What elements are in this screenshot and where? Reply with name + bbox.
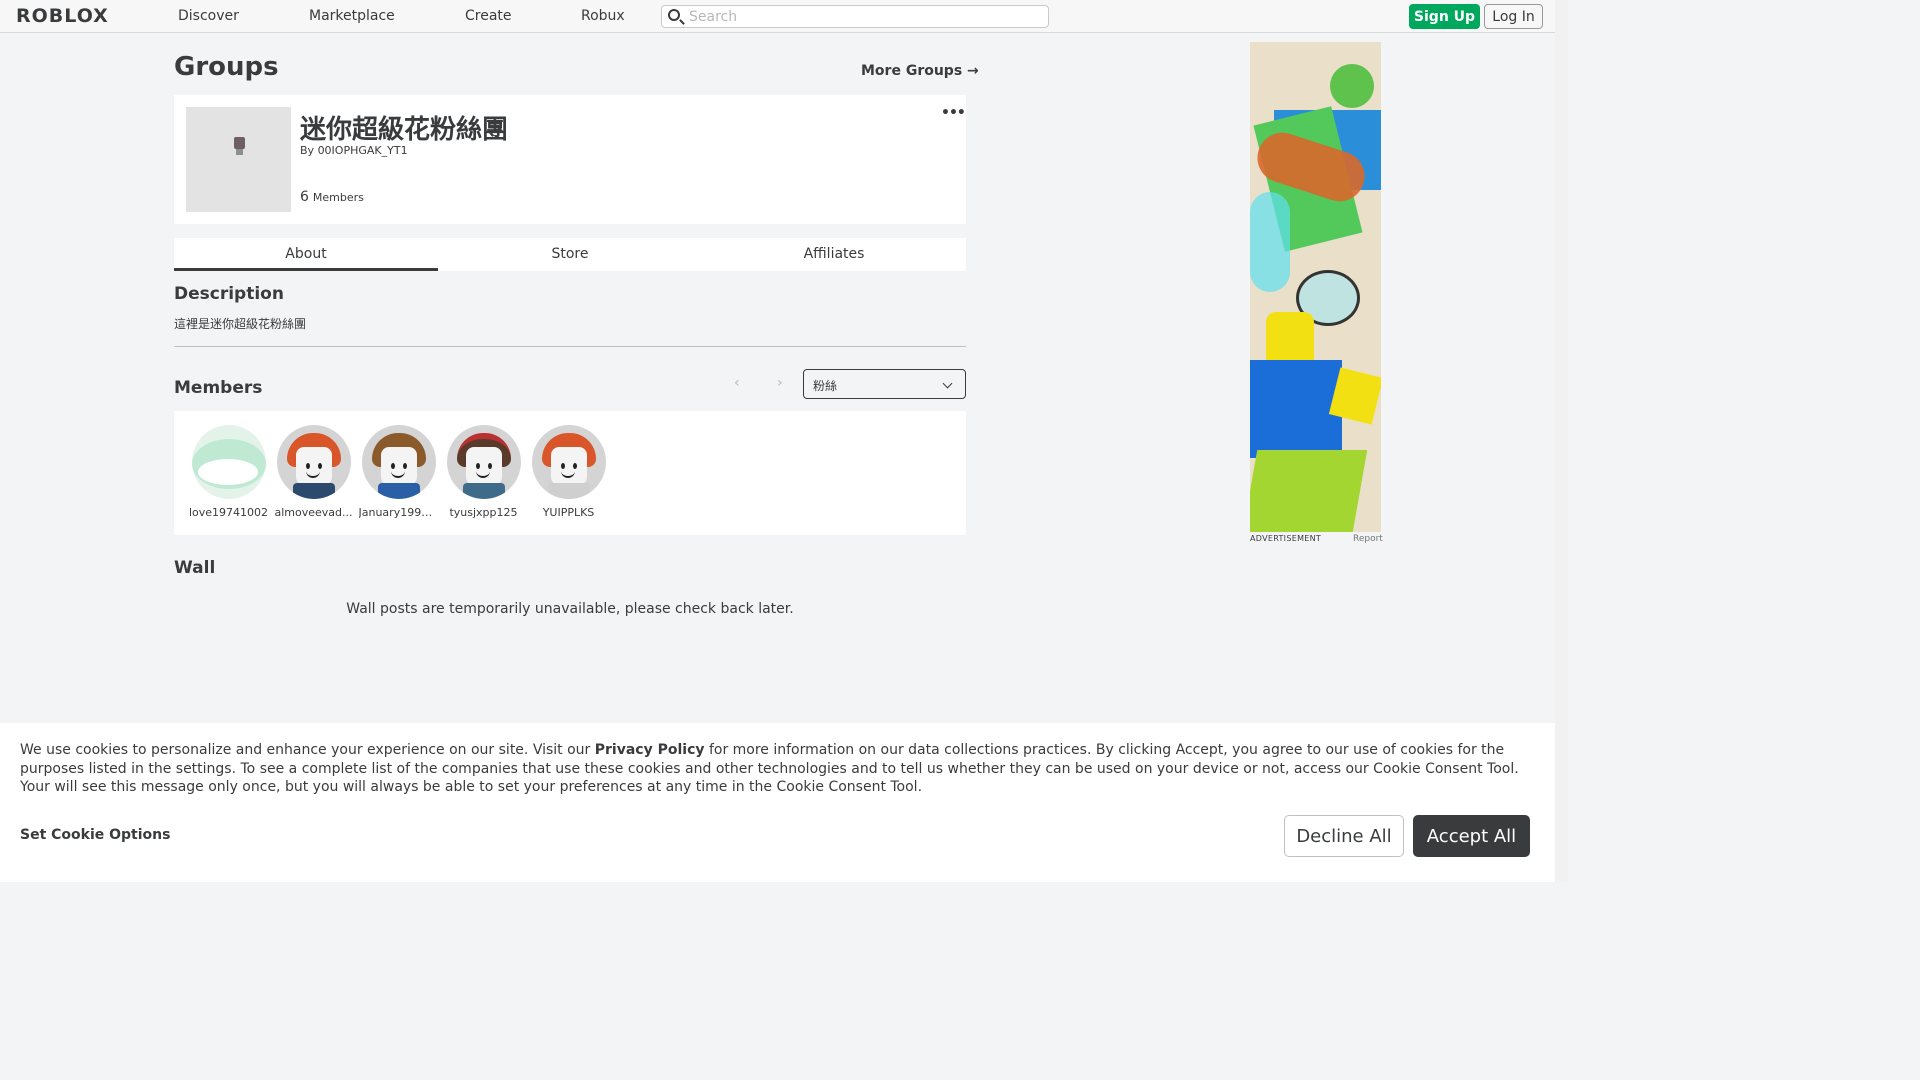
page-title: Groups — [174, 52, 279, 82]
role-select[interactable]: 粉絲 — [803, 369, 966, 399]
advertisement-label: ADVERTISEMENT — [1250, 534, 1322, 543]
nav-marketplace[interactable]: Marketplace — [309, 8, 395, 24]
description-heading: Description — [174, 284, 284, 304]
sign-up-button[interactable]: Sign Up — [1409, 4, 1480, 29]
member-avatar — [191, 425, 266, 499]
group-emblem — [186, 107, 291, 212]
member-name: YUIPPLKS — [542, 506, 595, 519]
member-avatar — [446, 425, 521, 499]
member-avatar — [531, 425, 606, 499]
description-text: 這裡是迷你超級花粉絲團 — [174, 317, 307, 331]
member-item[interactable]: January1999... — [356, 425, 441, 519]
chevron-down-icon — [942, 378, 953, 389]
members-heading: Members — [174, 378, 263, 398]
nav-discover[interactable]: Discover — [178, 8, 239, 24]
emblem-figure-icon — [234, 137, 245, 155]
member-item[interactable]: YUIPPLKS — [526, 425, 611, 519]
tab-about[interactable]: About — [174, 238, 438, 271]
wall-message: Wall posts are temporarily unavailable, … — [346, 601, 794, 617]
nav-robux[interactable]: Robux — [581, 8, 625, 24]
search-input[interactable] — [689, 7, 1039, 26]
search-icon — [668, 9, 680, 21]
top-navigation-bar: ROBLOX Discover Marketplace Create Robux… — [0, 0, 1555, 33]
cookie-consent-banner: We use cookies to personalize and enhanc… — [0, 723, 1555, 882]
roblox-logo[interactable]: ROBLOX — [16, 5, 109, 27]
member-name: tyusjxpp125 — [449, 506, 518, 519]
decline-all-button[interactable]: Decline All — [1284, 815, 1404, 857]
member-name: January1999... — [358, 506, 439, 519]
advertisement-banner[interactable] — [1250, 42, 1381, 532]
more-options-icon[interactable]: ••• — [941, 105, 966, 121]
nav-create[interactable]: Create — [465, 8, 512, 24]
ad-report-link[interactable]: Report — [1353, 534, 1383, 544]
group-tabs: About Store Affiliates — [174, 238, 966, 271]
group-header-card: 迷你超級花粉絲團 By 00IOPHGAK_YT1 6 Members ••• — [174, 95, 966, 224]
members-list: love19741002 almoveevad... January1999..… — [174, 411, 966, 535]
tab-store[interactable]: Store — [438, 238, 702, 271]
member-item[interactable]: almoveevad... — [271, 425, 356, 519]
page-scrollbar[interactable] — [1555, 0, 1568, 882]
member-item[interactable]: love19741002 — [186, 425, 271, 519]
tab-affiliates[interactable]: Affiliates — [702, 238, 966, 271]
search-box — [661, 5, 1049, 28]
owner-link[interactable]: 00IOPHGAK_YT1 — [318, 144, 408, 157]
cookie-message: We use cookies to personalize and enhanc… — [20, 741, 1540, 797]
member-avatar — [276, 425, 351, 499]
more-groups-link[interactable]: More Groups → — [861, 63, 979, 79]
set-cookie-options-link[interactable]: Set Cookie Options — [20, 827, 170, 843]
member-count-value: 6 — [300, 189, 309, 205]
cookie-text-before: We use cookies to personalize and enhanc… — [20, 742, 595, 758]
group-owner: By 00IOPHGAK_YT1 — [300, 144, 408, 157]
member-name: love19741002 — [188, 506, 269, 519]
pager-prev-icon[interactable]: ‹ — [734, 375, 740, 391]
member-avatar — [361, 425, 436, 499]
privacy-policy-link[interactable]: Privacy Policy — [595, 742, 705, 758]
member-name: almoveevad... — [274, 506, 353, 519]
wall-heading: Wall — [174, 558, 216, 578]
role-select-value: 粉絲 — [813, 379, 838, 393]
section-divider — [174, 346, 966, 347]
member-item[interactable]: tyusjxpp125 — [441, 425, 526, 519]
group-name: 迷你超級花粉絲團 — [300, 115, 509, 145]
member-count: 6 Members — [300, 189, 364, 205]
log-in-button[interactable]: Log In — [1484, 4, 1543, 29]
pager-next-icon[interactable]: › — [777, 375, 783, 391]
accept-all-button[interactable]: Accept All — [1413, 815, 1530, 857]
owner-prefix: By — [300, 144, 315, 157]
member-count-label: Members — [312, 191, 364, 204]
logo-text: ROBLOX — [16, 5, 109, 27]
